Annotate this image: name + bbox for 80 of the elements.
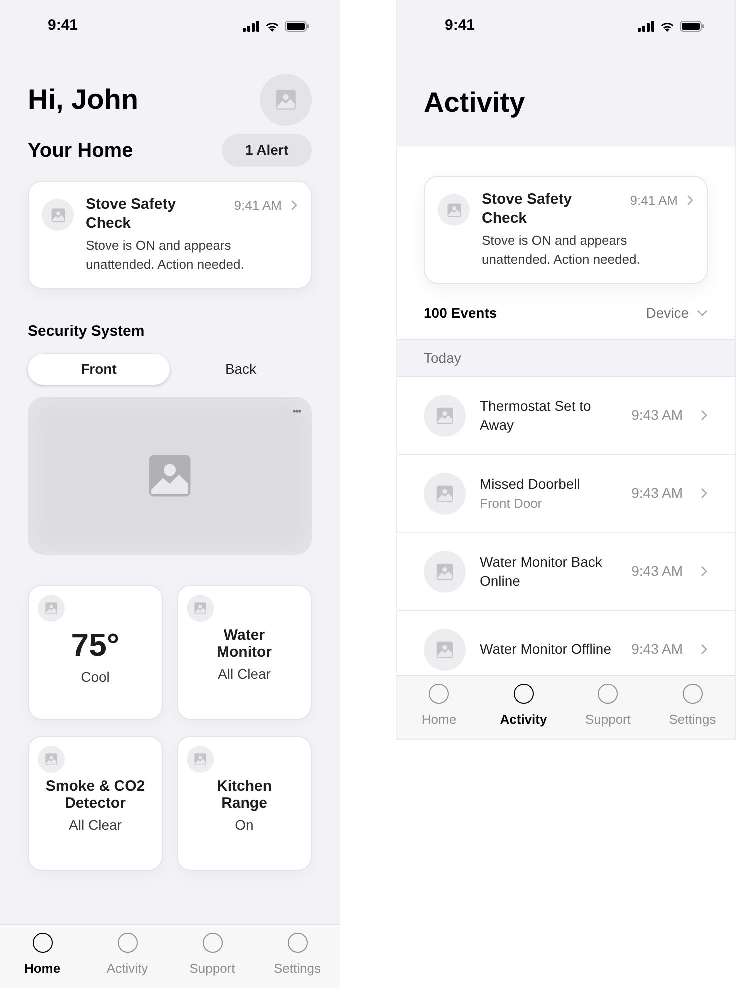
event-time: 9:43 AM bbox=[632, 640, 683, 659]
event-time: 9:43 AM bbox=[632, 562, 683, 581]
event-row[interactable]: Water Monitor Back Online 9:43 AM bbox=[397, 533, 735, 611]
tab-icon bbox=[429, 684, 450, 704]
camera-tab[interactable]: Back bbox=[170, 354, 312, 384]
chevron-right-icon bbox=[701, 644, 708, 655]
tile-name: Kitchen Range bbox=[216, 778, 272, 812]
signal-icon bbox=[638, 20, 655, 32]
alert-message: Stove is ON and appears unattended. Action needed. bbox=[86, 237, 246, 274]
tab-icon bbox=[288, 932, 308, 952]
tile-status: All Clear bbox=[69, 816, 122, 834]
tab-icon bbox=[202, 932, 222, 952]
image-icon bbox=[446, 202, 462, 218]
tab-bar-item[interactable]: Activity bbox=[482, 684, 566, 739]
image-icon bbox=[436, 484, 454, 502]
chevron-right-icon bbox=[701, 488, 708, 499]
event-row[interactable]: Missed Doorbell Front Door 9:43 AM bbox=[397, 455, 735, 533]
wifi-icon bbox=[660, 20, 675, 32]
section-title: Security System bbox=[27, 322, 146, 342]
chevron-right-icon bbox=[701, 410, 708, 421]
tile-name: Water Monitor bbox=[217, 626, 272, 660]
event-time: 9:43 AM bbox=[632, 406, 683, 425]
device-filter[interactable]: Device bbox=[646, 303, 708, 324]
tile-name: Smoke & CO2 Detector bbox=[46, 778, 146, 812]
chevron-right-icon bbox=[291, 200, 298, 212]
image-icon bbox=[275, 89, 297, 111]
image-icon bbox=[194, 752, 207, 766]
image-icon bbox=[194, 602, 207, 614]
device-tile[interactable]: 75° Cool bbox=[28, 584, 163, 720]
alert-time: 9:41 AM bbox=[630, 192, 678, 210]
image-icon bbox=[436, 640, 454, 658]
alert-button[interactable]: 1 Alert bbox=[222, 134, 312, 167]
device-tile[interactable]: Kitchen Range On bbox=[177, 736, 312, 870]
image-icon bbox=[436, 562, 454, 580]
chevron-right-icon bbox=[687, 195, 694, 206]
status-time: 9:41 bbox=[48, 16, 78, 36]
page-title: Activity bbox=[423, 86, 526, 120]
event-title: Water Monitor Back Online bbox=[480, 552, 604, 590]
event-time: 9:43 AM bbox=[632, 484, 683, 503]
tab-icon bbox=[118, 932, 138, 952]
signal-icon bbox=[243, 20, 260, 32]
event-row[interactable]: Thermostat Set to Away 9:43 AM bbox=[397, 377, 735, 455]
tile-status: On bbox=[235, 816, 254, 834]
device-tile[interactable]: Water Monitor All Clear bbox=[177, 584, 312, 720]
alert-message: Stove is ON and appears unattended. Action needed. bbox=[482, 232, 642, 269]
tile-status: All Clear bbox=[218, 664, 271, 684]
image-icon bbox=[45, 602, 58, 614]
device-tile[interactable]: Smoke & CO2 Detector All Clear bbox=[28, 736, 163, 870]
profile-avatar[interactable] bbox=[260, 74, 312, 126]
camera-tab[interactable]: Front bbox=[28, 354, 170, 384]
image-icon bbox=[50, 208, 66, 222]
status-time: 9:41 bbox=[445, 16, 476, 36]
event-title: Missed Doorbell bbox=[480, 474, 582, 494]
tab-icon bbox=[32, 932, 52, 952]
wifi-icon bbox=[265, 20, 280, 32]
section-title: Your Home bbox=[28, 138, 134, 164]
alert-card[interactable]: Stove Safety Check 9:41 AM Stove is ON and appears unattended. Action needed. bbox=[424, 176, 708, 284]
tab-icon bbox=[682, 684, 703, 704]
event-title: Water Monitor Offline bbox=[480, 640, 612, 659]
tab-icon bbox=[598, 684, 618, 704]
greeting-title: Hi, John bbox=[28, 83, 138, 117]
alert-title: Stove Safety Check bbox=[482, 190, 572, 228]
tab-bar-item[interactable]: Home bbox=[0, 932, 85, 988]
alert-time: 9:41 AM bbox=[234, 197, 282, 215]
battery-icon bbox=[680, 20, 705, 32]
event-title: Thermostat Set to Away bbox=[480, 396, 592, 434]
alert-title: Stove Safety Check bbox=[86, 195, 176, 233]
tile-status: Cool bbox=[81, 668, 110, 686]
chevron-right-icon bbox=[701, 566, 708, 577]
tab-icon bbox=[514, 684, 534, 704]
image-icon bbox=[436, 406, 454, 424]
event-subtitle: Front Door bbox=[480, 494, 544, 512]
image-icon bbox=[45, 752, 58, 766]
temperature-value: 75° bbox=[71, 626, 120, 662]
alert-card[interactable]: Stove Safety Check 9:41 AM Stove is ON and appears unattended. Action needed. bbox=[28, 181, 312, 289]
image-icon bbox=[147, 452, 193, 498]
section-header: Today bbox=[397, 339, 735, 377]
chevron-down-icon bbox=[697, 310, 708, 317]
battery-icon bbox=[285, 20, 310, 32]
event-count: 100 Events bbox=[424, 304, 498, 323]
